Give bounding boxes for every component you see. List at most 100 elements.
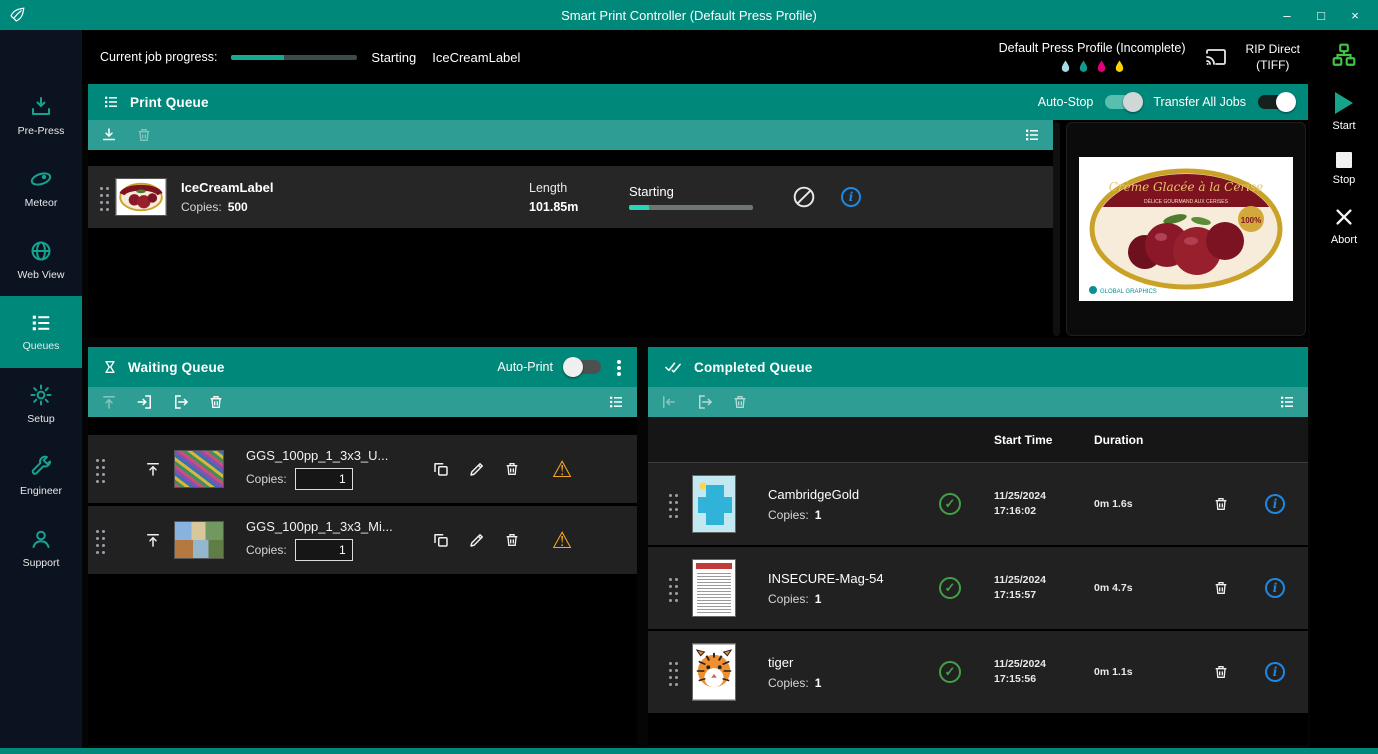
- duplicate-job-icon[interactable]: [422, 460, 460, 478]
- print-job-row[interactable]: IceCreamLabel Copies:500 Length 101.85m …: [88, 166, 1053, 228]
- duplicate-job-icon[interactable]: [422, 531, 460, 549]
- svg-text:DÉLICE GOURMAND AUX CERISES: DÉLICE GOURMAND AUX CERISES: [1144, 198, 1229, 205]
- view-toggle-icon[interactable]: [607, 394, 625, 410]
- delete-job-icon[interactable]: [1194, 579, 1248, 597]
- job-name: GGS_100pp_1_3x3_U...: [246, 448, 416, 463]
- move-to-top-icon[interactable]: [132, 460, 174, 478]
- drag-handle[interactable]: [669, 662, 672, 665]
- delete-job-icon[interactable]: [494, 531, 530, 549]
- job-thumbnail: [692, 559, 736, 617]
- job-name: tiger: [768, 655, 914, 670]
- waiting-job-row[interactable]: GGS_100pp_1_3x3_Mi... Copies: ⚠: [88, 506, 637, 574]
- sidebar-item-label: Pre-Press: [18, 125, 65, 137]
- success-check-icon: ✓: [939, 493, 961, 515]
- press-profile-label: Default Press Profile (Incomplete): [999, 41, 1186, 55]
- sidebar-item-pre-press[interactable]: Pre-Press: [0, 80, 82, 152]
- delete-job-icon[interactable]: [208, 393, 224, 411]
- move-to-front-icon[interactable]: [660, 393, 678, 411]
- info-icon[interactable]: i: [841, 187, 861, 207]
- sidebar-item-label: Queues: [23, 340, 60, 352]
- info-icon[interactable]: i: [1265, 578, 1285, 598]
- start-button[interactable]: Start: [1332, 92, 1355, 132]
- cast-icon[interactable]: [1202, 45, 1230, 69]
- ink-drops: [1060, 59, 1125, 74]
- auto-stop-toggle[interactable]: [1105, 95, 1141, 109]
- job-duration: 0m 4.7s: [1092, 582, 1192, 594]
- sidebar-item-web-view[interactable]: Web View: [0, 224, 82, 296]
- sidebar-item-label: Setup: [27, 413, 54, 425]
- warning-icon[interactable]: ⚠: [552, 458, 573, 481]
- job-thumbnail: [174, 450, 224, 488]
- cancel-job-icon[interactable]: [781, 184, 827, 210]
- import-job-icon[interactable]: [136, 393, 154, 411]
- waiting-queue-header: Waiting Queue Auto-Print: [88, 347, 637, 387]
- info-icon[interactable]: i: [1265, 494, 1285, 514]
- sidebar-item-queues[interactable]: Queues: [0, 296, 82, 368]
- toggle-knob: [1123, 92, 1143, 112]
- copies-input[interactable]: [295, 539, 353, 561]
- scrollbar[interactable]: [1053, 122, 1060, 336]
- edit-job-icon[interactable]: [460, 531, 494, 549]
- copies-input[interactable]: [295, 468, 353, 490]
- completed-job-row[interactable]: tiger Copies:1 ✓ 11/25/2024 17:15:56 0m …: [648, 631, 1308, 715]
- export-job-icon[interactable]: [696, 393, 714, 411]
- stop-button[interactable]: Stop: [1333, 152, 1356, 186]
- auto-print-toggle[interactable]: [565, 360, 601, 374]
- drag-handle[interactable]: [96, 530, 99, 533]
- meteor-icon: [28, 167, 54, 191]
- preview-image: Crème Glacée à la Cerise DÉLICE GOURMAND…: [1079, 157, 1293, 301]
- edit-job-icon[interactable]: [460, 460, 494, 478]
- pre-press-icon: [29, 95, 53, 119]
- abort-button[interactable]: Abort: [1331, 206, 1357, 246]
- completed-job-row[interactable]: INSECURE-Mag-54 Copies:1 ✓ 11/25/2024 17…: [648, 547, 1308, 631]
- double-check-icon: [662, 358, 684, 376]
- transfer-all-jobs-toggle[interactable]: [1258, 95, 1294, 109]
- job-name: GGS_100pp_1_3x3_Mi...: [246, 519, 416, 534]
- abort-label: Abort: [1331, 234, 1357, 246]
- job-name: CambridgeGold: [768, 487, 914, 502]
- sidebar-item-engineer[interactable]: Engineer: [0, 440, 82, 512]
- job-status: Starting: [629, 184, 781, 210]
- sidebar-item-support[interactable]: Support: [0, 512, 82, 584]
- job-duration: 0m 1.1s: [1092, 666, 1192, 678]
- completed-queue-toolbar: [648, 387, 1308, 417]
- job-copies: Copies:1: [768, 508, 914, 522]
- delete-job-icon[interactable]: [1194, 495, 1248, 513]
- minimize-button[interactable]: –: [1270, 2, 1304, 28]
- success-check-icon: ✓: [939, 577, 961, 599]
- close-button[interactable]: ×: [1338, 2, 1372, 28]
- move-to-top-icon[interactable]: [132, 531, 174, 549]
- export-job-icon[interactable]: [172, 393, 190, 411]
- drag-handle[interactable]: [669, 494, 672, 497]
- rip-direct-label: RIP Direct (TIFF): [1246, 41, 1300, 73]
- move-to-top-icon[interactable]: [100, 393, 118, 411]
- app-window: Smart Print Controller (Default Press Pr…: [0, 0, 1378, 754]
- job-copies: Copies:1: [768, 676, 914, 690]
- waiting-job-row[interactable]: GGS_100pp_1_3x3_U... Copies: ⚠: [88, 435, 637, 503]
- menu-kebab-icon[interactable]: [617, 360, 621, 364]
- maximize-button[interactable]: □: [1304, 2, 1338, 28]
- delete-job-icon[interactable]: [1194, 663, 1248, 681]
- delete-job-icon[interactable]: [136, 126, 152, 144]
- waiting-queue-panel: Waiting Queue Auto-Print: [88, 347, 637, 745]
- auto-print-label: Auto-Print: [497, 360, 553, 374]
- drag-handle[interactable]: [100, 187, 103, 190]
- download-job-icon[interactable]: [100, 126, 118, 144]
- warning-icon[interactable]: ⚠: [552, 529, 573, 552]
- completed-queue-column-header: Start Time Duration: [648, 417, 1308, 463]
- delete-job-icon[interactable]: [494, 460, 530, 478]
- waiting-queue-title: Waiting Queue: [128, 360, 225, 375]
- completed-job-row[interactable]: CambridgeGold Copies:1 ✓ 11/25/2024 17:1…: [648, 463, 1308, 547]
- drag-handle[interactable]: [96, 459, 99, 462]
- print-queue-header: Print Queue Auto-Stop Transfer All Jobs: [88, 84, 1308, 120]
- drag-handle[interactable]: [669, 578, 672, 581]
- ink-drop-cyan-icon: [1060, 59, 1071, 74]
- delete-job-icon[interactable]: [732, 393, 748, 411]
- view-toggle-icon[interactable]: [1023, 127, 1041, 143]
- view-toggle-icon[interactable]: [1278, 394, 1296, 410]
- sidebar-item-meteor[interactable]: Meteor: [0, 152, 82, 224]
- network-status-icon[interactable]: [1331, 42, 1357, 68]
- info-icon[interactable]: i: [1265, 662, 1285, 682]
- sidebar-item-setup[interactable]: Setup: [0, 368, 82, 440]
- titlebar: Smart Print Controller (Default Press Pr…: [0, 0, 1378, 30]
